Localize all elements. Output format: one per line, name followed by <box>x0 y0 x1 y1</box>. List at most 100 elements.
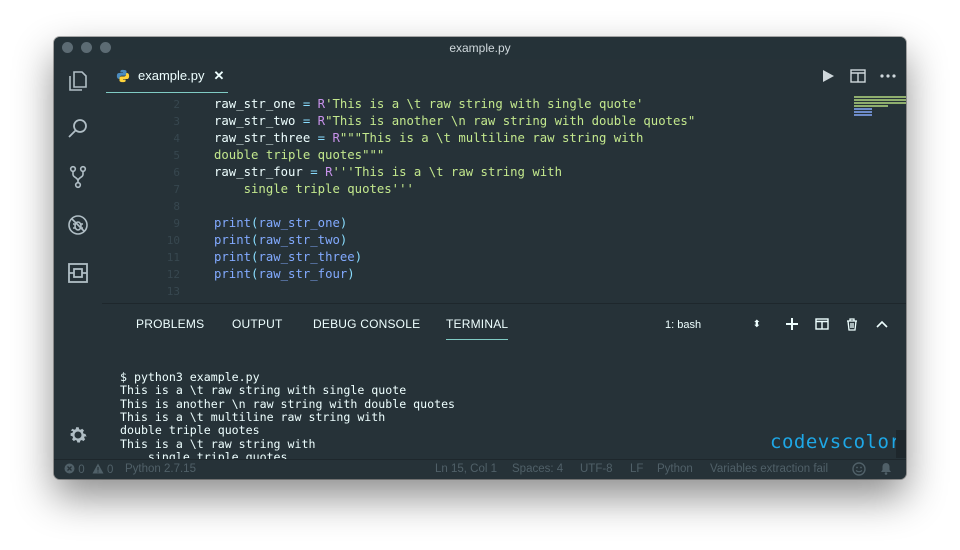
code-token: double triple quotes""" <box>214 148 385 162</box>
code-line: 10 print(raw_str_two) <box>102 232 802 249</box>
tab-output[interactable]: OUTPUT <box>232 317 283 331</box>
code-line: 8 <box>102 198 802 215</box>
code-text: single triple quotes''' <box>214 181 414 198</box>
code-editor[interactable]: 12raw_str_one = R'This is a \t raw strin… <box>102 93 906 303</box>
minimap[interactable] <box>854 95 906 119</box>
line-number: 5 <box>173 149 180 162</box>
code-token: R <box>317 97 326 111</box>
terminal-scrollbar[interactable] <box>896 430 906 458</box>
warning-icon <box>92 463 104 474</box>
code-line: 6 raw_str_four = R'''This is a \t raw str… <box>102 164 802 181</box>
code-token: print <box>214 267 252 281</box>
line-number: 7 <box>173 183 180 196</box>
code-token: raw_str_three <box>214 131 311 145</box>
code-token: = <box>295 97 318 111</box>
code-token: ) <box>339 233 348 247</box>
maximize-panel-icon[interactable] <box>905 317 906 331</box>
terminal-line: This is another \n raw string with doubl… <box>120 396 456 411</box>
editor-tab-bar: example.py ✕ <box>102 59 906 93</box>
close-tab-icon[interactable]: ✕ <box>213 68 224 84</box>
line-number: 6 <box>173 166 180 179</box>
chevron-up-icon[interactable] <box>875 317 889 331</box>
error-count: 0 <box>78 464 85 476</box>
terminal-line: This is a \t raw string with single quot… <box>120 383 407 398</box>
code-token: = <box>302 165 326 179</box>
code-token: raw_str_one <box>214 97 296 111</box>
code-token: = <box>310 131 333 145</box>
line-number: 11 <box>166 251 180 264</box>
explorer-icon[interactable] <box>66 69 90 93</box>
tab-label: example.py <box>138 68 205 83</box>
code-text: print(raw_str_two) <box>214 232 347 249</box>
title-bar: example.py <box>54 37 906 59</box>
code-token: raw_str_four <box>214 165 303 179</box>
code-token: print <box>214 216 252 230</box>
tab-terminal[interactable]: TERMINAL <box>446 317 509 340</box>
trash-icon[interactable] <box>845 317 859 331</box>
line-number: 2 <box>173 98 180 111</box>
select-arrow-icon: ⬍ <box>752 319 761 330</box>
code-token: ) <box>339 216 348 230</box>
code-text: print(raw_str_four) <box>214 266 355 283</box>
code-token: print <box>214 233 252 247</box>
terminal-line: double triple quotes <box>120 423 260 438</box>
code-token: raw_str_three <box>258 250 355 264</box>
line-number: 3 <box>173 115 180 128</box>
code-token: '''This is a \t raw string with <box>332 165 562 179</box>
code-token: R <box>317 114 326 128</box>
code-text: print(raw_str_one) <box>214 215 347 232</box>
extensions-icon[interactable] <box>66 261 90 285</box>
code-line: 11 print(raw_str_three) <box>102 249 802 266</box>
code-text: print(raw_str_three) <box>214 249 362 266</box>
cursor-position[interactable]: Ln 15, Col 1 <box>435 463 497 475</box>
code-token: print <box>214 250 252 264</box>
code-token: 'This is a \t raw string with single quo… <box>325 97 644 111</box>
code-text: double triple quotes""" <box>214 147 384 164</box>
split-terminal-icon[interactable] <box>815 317 829 331</box>
run-icon[interactable] <box>820 68 836 84</box>
code-line: 13 <box>102 283 802 300</box>
watermark: codevscolor.com <box>770 431 906 453</box>
code-token: raw_str_two <box>258 233 340 247</box>
encoding[interactable]: UTF-8 <box>580 463 613 475</box>
settings-gear-icon[interactable] <box>66 423 90 447</box>
code-line: 5 double triple quotes""" <box>102 147 802 164</box>
debug-icon[interactable] <box>66 213 90 237</box>
python-file-icon <box>116 69 130 82</box>
terminal-line: $ python3 example.py <box>120 369 260 384</box>
python-interpreter[interactable]: Python 2.7.15 <box>125 463 196 475</box>
editor-tab-example-py[interactable]: example.py ✕ <box>106 59 228 93</box>
line-number: 10 <box>166 234 180 247</box>
tab-debug-console[interactable]: DEBUG CONSOLE <box>313 317 420 331</box>
end-of-line[interactable]: LF <box>630 463 643 475</box>
code-token: R <box>332 131 340 145</box>
indentation[interactable]: Spaces: 4 <box>512 463 563 475</box>
tab-problems[interactable]: PROBLEMS <box>136 317 204 331</box>
terminal-line: This is a \t raw string with <box>120 436 316 451</box>
window-title: example.py <box>449 41 511 55</box>
language-mode[interactable]: Python <box>657 463 693 475</box>
terminal-select[interactable]: 1: bash ⬍ <box>665 316 761 333</box>
code-token: ) <box>354 250 363 264</box>
more-actions-icon[interactable] <box>880 68 896 84</box>
code-text: raw_str_three = R"""This is a \t multili… <box>214 130 643 147</box>
line-number: 12 <box>166 268 180 281</box>
code-token: """This is a \t multiline raw string wit… <box>339 131 644 145</box>
code-token: raw_str_two <box>214 114 296 128</box>
bell-icon[interactable] <box>880 462 892 478</box>
terminal-select-value: 1: bash <box>665 318 702 331</box>
code-token: single triple quotes''' <box>214 182 414 196</box>
problems-status[interactable]: 0 0 <box>64 463 113 476</box>
split-editor-icon[interactable] <box>850 68 866 84</box>
status-bar: 0 0 Python 2.7.15 Ln 15, Col 1 Spaces: 4… <box>54 459 906 479</box>
line-number: 8 <box>173 200 180 213</box>
code-line: 4 raw_str_three = R"""This is a \t multil… <box>102 130 802 147</box>
code-line: 7 single triple quotes''' <box>102 181 802 198</box>
code-line: 2 raw_str_one = R'This is a \t raw string… <box>102 96 802 113</box>
add-terminal-icon[interactable] <box>785 317 799 331</box>
code-token: raw_str_one <box>258 216 340 230</box>
code-line: 3 raw_str_two = R"This is another \n raw … <box>102 113 802 130</box>
feedback-icon[interactable] <box>852 462 866 479</box>
search-icon[interactable] <box>66 117 90 141</box>
source-control-icon[interactable] <box>66 165 90 189</box>
